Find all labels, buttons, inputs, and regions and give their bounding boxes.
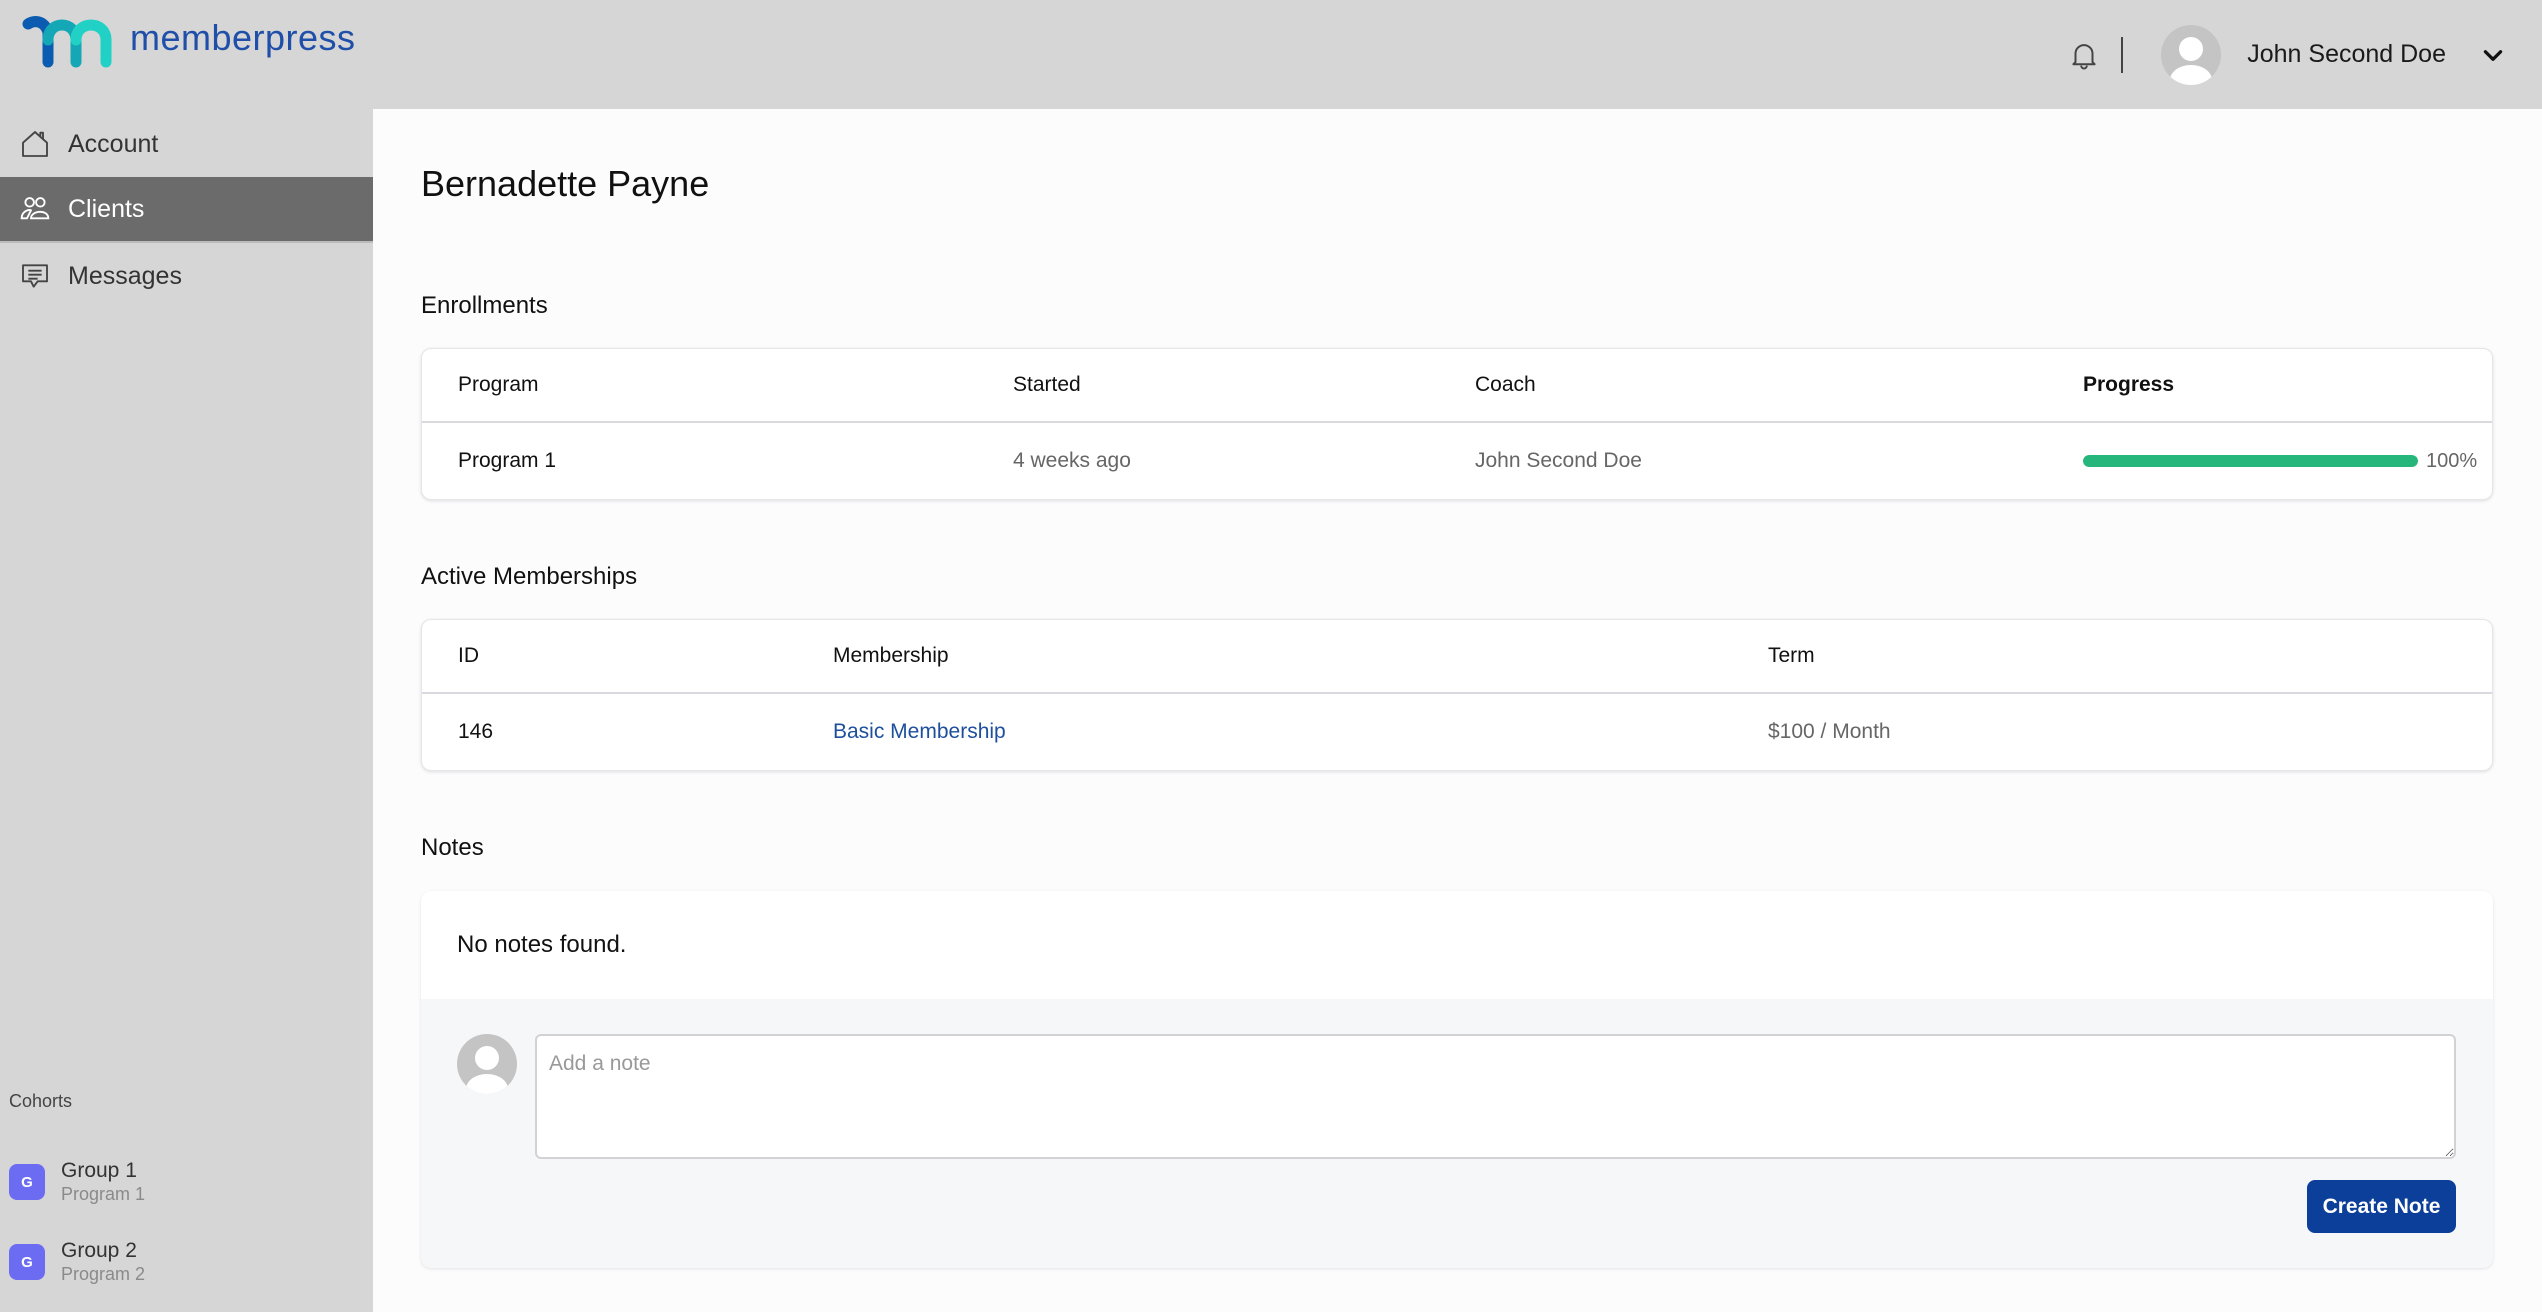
column-header-coach: Coach [1475, 373, 1536, 396]
column-header-started: Started [1013, 373, 1081, 396]
column-header-term: Term [1768, 644, 1815, 667]
bell-icon[interactable] [2067, 38, 2101, 72]
cohort-badge: G [9, 1244, 45, 1280]
table-header-row: ID Membership Term [422, 620, 2492, 694]
notes-panel: No notes found. Create Note [421, 891, 2493, 1268]
cohorts-label: Cohorts [9, 1091, 73, 1111]
active-memberships-heading: Active Memberships [421, 563, 638, 590]
user-avatar-icon [457, 1034, 517, 1094]
column-header-progress: Progress [2083, 373, 2175, 396]
enrollments-table: Program Started Coach Progress Program 1… [421, 348, 2493, 500]
progress-bar-fill [2083, 455, 2418, 467]
cohort-badge: G [9, 1164, 45, 1200]
brand-name: memberpress [130, 17, 356, 58]
home-icon [18, 127, 52, 161]
column-header-membership: Membership [833, 644, 949, 667]
notes-heading: Notes [421, 834, 484, 861]
column-header-id: ID [458, 644, 479, 667]
cohort-program: Program 1 [61, 1184, 146, 1204]
user-avatar-icon[interactable] [2161, 24, 2222, 85]
cohort-item[interactable]: G Group 1 Program 1 [0, 1142, 373, 1222]
sidebar-item-label: Messages [68, 261, 182, 290]
cohort-name: Group 2 [61, 1239, 137, 1262]
cohort-name: Group 1 [61, 1159, 137, 1182]
top-header: memberpress John Second Doe [0, 0, 2542, 109]
membership-id-cell: 146 [458, 720, 494, 743]
sidebar-item-messages[interactable]: Messages [0, 243, 373, 309]
table-row: Program 1 4 weeks ago John Second Doe 10… [422, 423, 2492, 499]
page-title: Bernadette Payne [421, 163, 710, 204]
add-note-input[interactable] [535, 1034, 2456, 1159]
progress-cell: 100% [2083, 450, 2477, 473]
sidebar: Account Clients Messages Cohorts G Group [0, 109, 373, 1312]
notes-empty-message: No notes found. [421, 891, 2493, 999]
sidebar-item-label: Clients [68, 194, 145, 223]
memberpress-logo-icon [22, 16, 112, 68]
progress-label: 100% [2426, 449, 2478, 472]
sidebar-item-account[interactable]: Account [0, 111, 373, 177]
sidebar-item-label: Account [68, 129, 159, 158]
progress-bar [2083, 455, 2418, 467]
table-header-row: Program Started Coach Progress [422, 349, 2492, 423]
header-divider [2121, 36, 2124, 73]
coach-cell: John Second Doe [1475, 449, 1642, 472]
cohorts-section: Cohorts G Group 1 Program 1 G Group 2 Pr… [0, 1091, 373, 1312]
table-row: 146 Basic Membership $100 / Month [422, 694, 2492, 770]
enrollments-heading: Enrollments [421, 292, 548, 319]
create-note-button[interactable]: Create Note [2307, 1180, 2456, 1233]
program-cell[interactable]: Program 1 [458, 449, 1013, 473]
logo[interactable]: memberpress [20, 14, 356, 70]
membership-link[interactable]: Basic Membership [833, 720, 1768, 744]
cohort-item[interactable]: G Group 2 Program 2 [0, 1222, 373, 1302]
term-cell: $100 / Month [1768, 720, 1891, 743]
main-content: Bernadette Payne Enrollments Program Sta… [373, 109, 2542, 1312]
started-cell: 4 weeks ago [1013, 449, 1131, 472]
user-name[interactable]: John Second Doe [2247, 40, 2446, 69]
message-icon [18, 259, 52, 293]
chevron-down-icon[interactable] [2480, 42, 2506, 68]
column-header-program: Program [458, 373, 539, 396]
sidebar-item-clients[interactable]: Clients [0, 177, 373, 243]
cohort-program: Program 2 [61, 1264, 146, 1284]
users-icon [18, 192, 52, 226]
memberships-table: ID Membership Term 146 Basic Membership … [421, 619, 2493, 771]
